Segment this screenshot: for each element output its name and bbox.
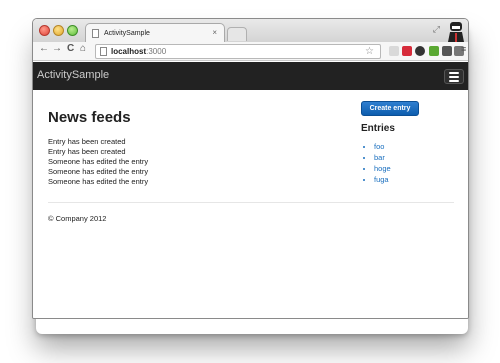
address-host: localhost <box>111 47 147 56</box>
tab-title: ActivitySample <box>104 29 150 37</box>
entry-link-foo[interactable]: foo <box>374 141 391 152</box>
extension-clock-icon[interactable] <box>415 46 425 56</box>
hamburger-bar-icon <box>449 79 459 82</box>
hamburger-bar-icon <box>449 75 459 78</box>
page-content: News feeds Entry has been created Entry … <box>33 90 468 318</box>
entries-list: foo bar hoge fuga <box>374 141 391 185</box>
page-title: News feeds <box>48 109 131 126</box>
new-tab-button[interactable] <box>227 27 247 41</box>
entries-heading: Entries <box>361 123 395 134</box>
tab-close-icon[interactable]: × <box>212 28 217 37</box>
arrow-left-icon[interactable]: ← <box>39 43 49 54</box>
feed-item: Someone has edited the entry <box>48 157 149 166</box>
home-icon[interactable]: ⌂ <box>80 43 86 54</box>
brand-link[interactable]: ActivitySample <box>37 69 109 81</box>
feed-item: Entry has been created <box>48 147 126 156</box>
divider <box>48 202 454 203</box>
extension-icon[interactable] <box>389 46 399 56</box>
page-icon <box>92 29 99 38</box>
entry-link-bar[interactable]: bar <box>374 152 391 163</box>
footer-text: © Company 2012 <box>48 214 107 223</box>
bookmark-star-icon[interactable]: ☆ <box>365 45 374 58</box>
tab-strip: ActivitySample × ⤢ <box>33 19 468 42</box>
minimize-window-icon[interactable] <box>53 25 64 36</box>
entry-link-hoge[interactable]: hoge <box>374 163 391 174</box>
tab-activitysample[interactable]: ActivitySample × <box>85 23 225 42</box>
browser-window: ActivitySample × ⤢ ← → C ⌂ localhost:300… <box>32 18 469 319</box>
extension-red-icon[interactable] <box>402 46 412 56</box>
navbar-toggle-button[interactable] <box>444 69 464 84</box>
page-icon <box>100 47 107 56</box>
zoom-window-icon[interactable] <box>67 25 78 36</box>
menu-icon[interactable]: ≡ <box>461 44 466 54</box>
address-bar[interactable]: localhost:3000 ☆ <box>95 44 381 59</box>
news-feed-list: Entry has been created Entry has been cr… <box>48 137 148 187</box>
close-window-icon[interactable] <box>39 25 50 36</box>
fullscreen-icon[interactable]: ⤢ <box>433 24 440 35</box>
feed-item: Someone has edited the entry <box>48 177 149 186</box>
feed-item: Entry has been created <box>48 137 126 146</box>
create-entry-button[interactable]: Create entry <box>361 101 419 116</box>
extension-pocket-icon[interactable] <box>442 46 452 56</box>
entry-link-fuga[interactable]: fuga <box>374 174 391 185</box>
feed-item: Someone has edited the entry <box>48 167 149 176</box>
app-navbar: ActivitySample <box>33 62 468 90</box>
extension-green-icon[interactable] <box>429 46 439 56</box>
hamburger-bar-icon <box>449 71 459 74</box>
reload-icon[interactable]: C <box>67 43 74 54</box>
browser-toolbar: ← → C ⌂ localhost:3000 ☆ ≡ <box>33 42 468 61</box>
address-port: :3000 <box>146 47 167 56</box>
user-avatar-icon[interactable] <box>446 20 466 42</box>
arrow-right-icon[interactable]: → <box>52 43 62 54</box>
